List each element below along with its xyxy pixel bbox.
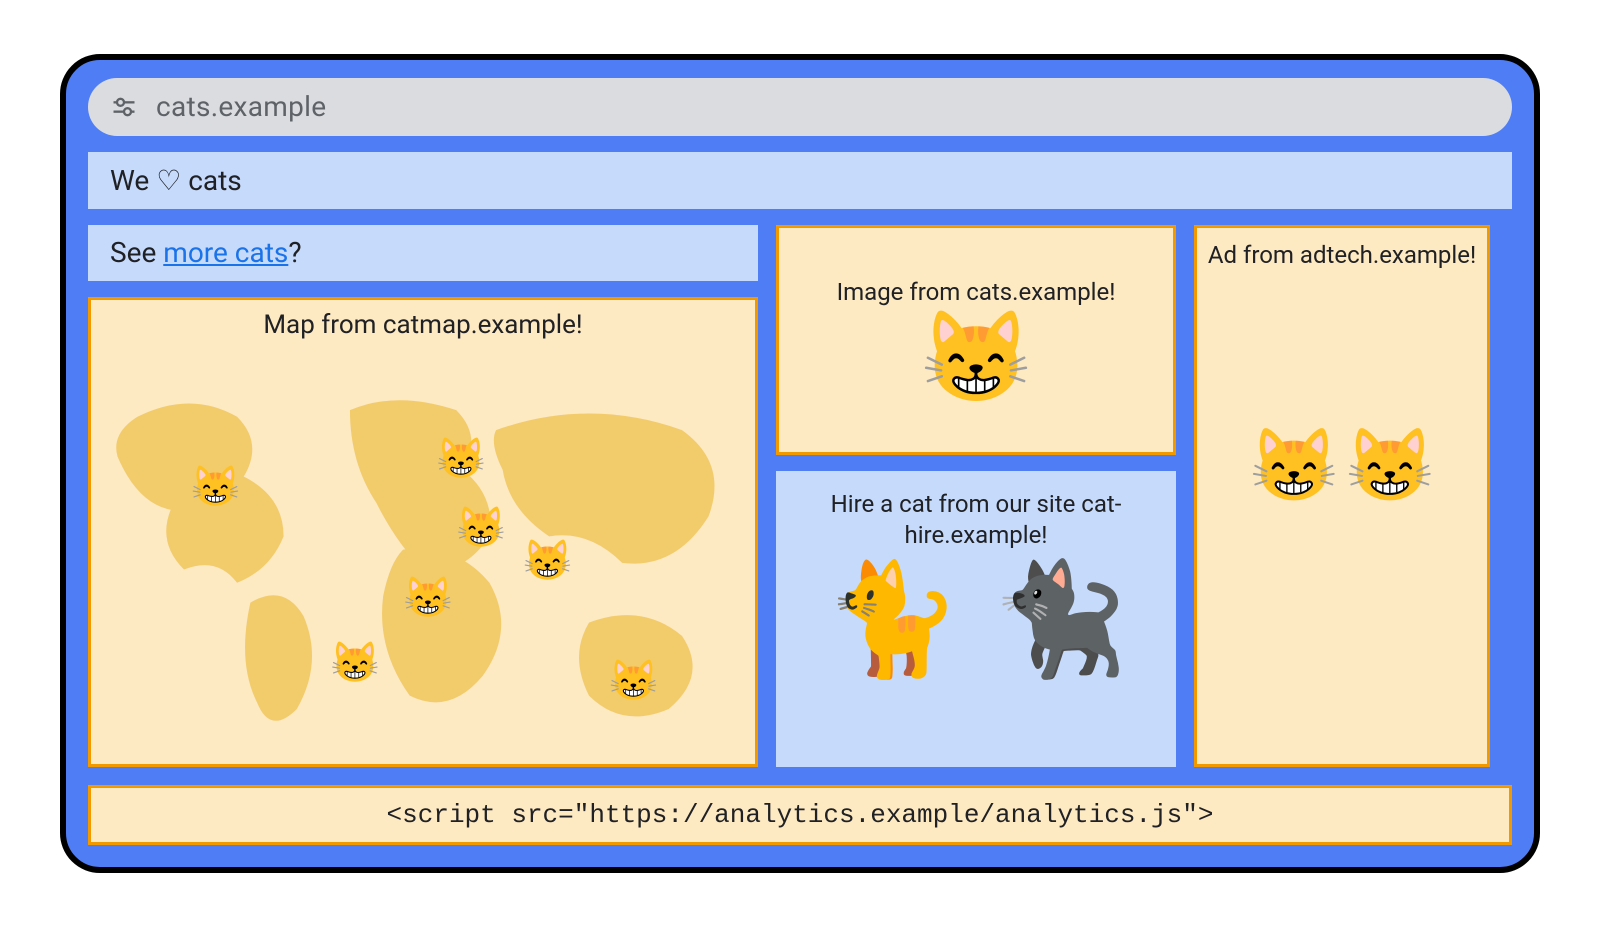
analytics-script-bar: <script src="https://analytics.example/a… [88,785,1512,845]
ad-panel: Ad from adtech.example! 😸 😸 [1194,225,1490,767]
address-bar-url: cats.example [156,90,326,123]
cat-face-icon: 😸 [1345,430,1435,502]
hire-panel: Hire a cat from our site cat-hire.exampl… [776,471,1176,767]
page-title-banner: We ♡ cats [88,152,1512,209]
cat-black-icon: 🐈‍⬛ [991,565,1128,675]
ad-cat-faces: 😸 😸 [1249,430,1434,502]
world-map-icon [91,369,755,763]
map-marker-cat-icon: 😸 [436,439,486,479]
more-cats-link[interactable]: more cats [163,236,288,269]
content-grid: See more cats ? Map from catmap.example!… [88,225,1512,767]
map-marker-cat-icon: 😸 [403,578,453,618]
ad-panel-text: Ad from adtech.example! [1208,240,1476,270]
cat-orange-icon: 🐈 [824,565,961,675]
map-title: Map from catmap.example! [91,300,755,340]
map-marker-cat-icon: 😸 [609,661,659,701]
map-marker-cat-icon: 😸 [456,508,506,548]
map-marker-cat-icon: 😸 [191,467,241,507]
see-more-banner: See more cats ? [88,225,758,281]
hire-cat-pair: 🐈 🐈‍⬛ [824,565,1128,675]
hire-panel-text: Hire a cat from our site cat-hire.exampl… [786,489,1166,551]
cat-face-icon: 😸 [920,313,1032,403]
page-title-text: We ♡ cats [110,164,242,197]
image-panel-text: Image from cats.example! [837,277,1116,307]
see-more-suffix: ? [288,236,301,269]
map-panel: Map from catmap.example! 😸😸😸😸😸😸😸 [88,297,758,767]
image-panel: Image from cats.example! 😸 [776,225,1176,455]
analytics-script-code: <script src="https://analytics.example/a… [387,800,1214,830]
map-marker-cat-icon: 😸 [330,643,380,683]
address-bar[interactable]: cats.example [88,78,1512,136]
see-more-prefix: See [110,236,163,269]
browser-window: cats.example We ♡ cats See more cats ? M… [60,54,1540,873]
map-marker-cat-icon: 😸 [523,541,573,581]
site-settings-icon [110,93,138,121]
cat-face-icon: 😸 [1249,430,1339,502]
